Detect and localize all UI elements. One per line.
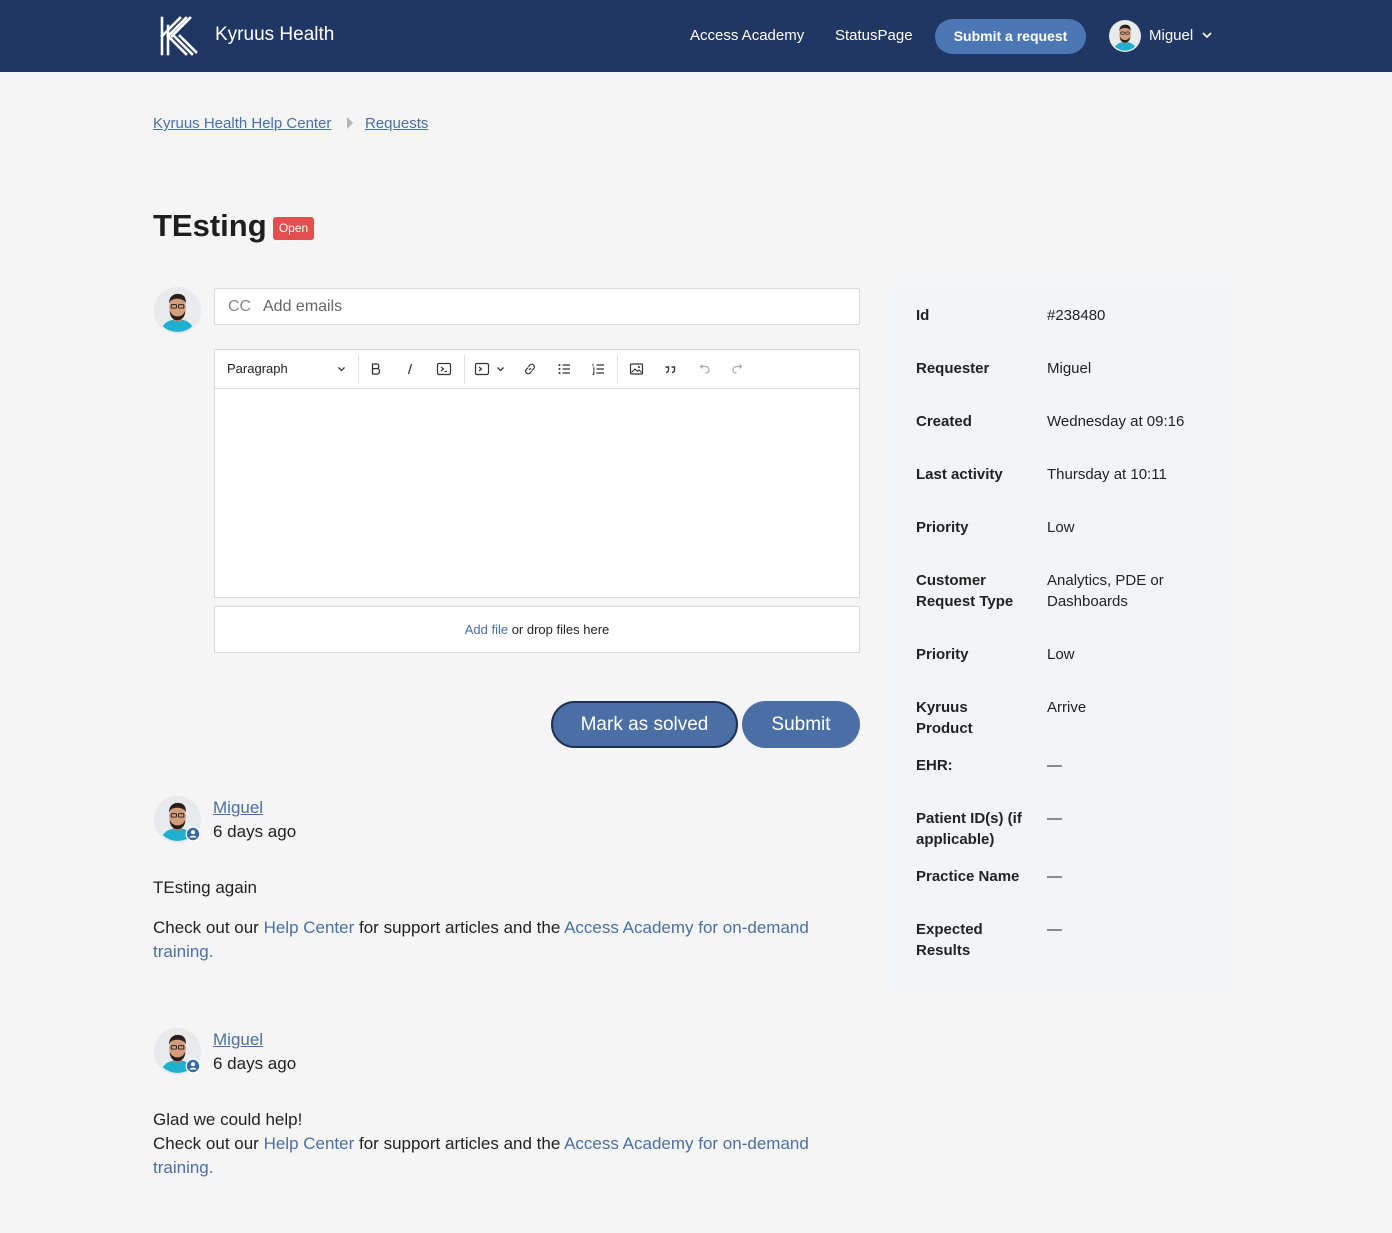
detail-value-last-activity: Thursday at 10:11 — [1047, 466, 1167, 483]
detail-key-ehr: EHR: — [916, 757, 953, 774]
file-dropzone[interactable]: Add file or drop files here — [214, 606, 860, 653]
cc-email-input[interactable] — [263, 293, 843, 321]
detail-value-id: #238480 — [1047, 307, 1106, 324]
detail-key-id: Id — [916, 307, 930, 324]
detail-key-customer-request-type: Customer Request Type — [916, 572, 1014, 610]
help-text-prefix: Check out our — [153, 1134, 264, 1153]
kyruus-logo-icon[interactable] — [158, 15, 198, 57]
detail-value-priority-2: Low — [1047, 646, 1075, 663]
toolbar-divider — [464, 355, 465, 384]
help-center-link[interactable]: Help Center — [264, 918, 355, 937]
detail-value-expected-results: — — [1047, 921, 1062, 938]
toolbar-divider — [358, 355, 359, 384]
toolbar-divider — [617, 355, 618, 384]
help-text-middle: for support articles and the — [354, 1134, 565, 1153]
mark-as-solved-button[interactable]: Mark as solved — [551, 701, 738, 748]
detail-key-expected-results: Expected Results — [916, 921, 983, 959]
user-badge-icon — [185, 1058, 201, 1074]
numbered-list-icon[interactable] — [588, 359, 608, 379]
detail-value-created: Wednesday at 09:16 — [1047, 413, 1185, 430]
detail-key-priority: Priority — [916, 519, 969, 536]
bulleted-list-icon[interactable] — [554, 359, 574, 379]
drop-files-text: or drop files here — [508, 622, 610, 637]
code-icon[interactable] — [434, 359, 454, 379]
detail-key-created: Created — [916, 413, 972, 430]
help-text-middle: for support articles and the — [354, 918, 565, 937]
italic-icon[interactable] — [400, 359, 420, 379]
comment-editor: Paragraph — [214, 349, 860, 598]
link-icon[interactable] — [520, 359, 540, 379]
cc-field[interactable]: CC — [214, 288, 860, 325]
paragraph-select[interactable]: Paragraph — [227, 361, 288, 376]
user-badge-icon — [185, 826, 201, 842]
image-icon[interactable] — [626, 359, 646, 379]
detail-value-practice-name: — — [1047, 868, 1062, 885]
chevron-down-icon[interactable] — [495, 359, 505, 379]
detail-key-priority-2: Priority — [916, 646, 969, 663]
editor-toolbar: Paragraph — [215, 350, 859, 389]
breadcrumb-help-center[interactable]: Kyruus Health Help Center — [153, 115, 331, 132]
nav-access-academy[interactable]: Access Academy — [690, 27, 804, 44]
comment-body-line: TEsting again — [153, 878, 257, 897]
detail-key-requester: Requester — [916, 360, 990, 377]
comment-time: 6 days ago — [213, 822, 297, 841]
nav-statuspage[interactable]: StatusPage — [835, 27, 913, 44]
breadcrumb-separator-icon — [347, 117, 353, 129]
detail-value-requester: Miguel — [1047, 360, 1092, 377]
comment-body-line: Glad we could help! — [153, 1110, 303, 1129]
comment-help-text: Check out our Help Center for support ar… — [153, 1132, 833, 1180]
add-file-link[interactable]: Add file — [465, 622, 508, 637]
detail-value-patient-ids: — — [1047, 810, 1062, 827]
user-avatar[interactable] — [1109, 20, 1141, 52]
composer-avatar — [154, 287, 201, 334]
cc-label: CC — [228, 298, 252, 315]
detail-key-patient-ids: Patient ID(s) (if applicable) — [916, 810, 1022, 848]
detail-value-ehr: — — [1047, 757, 1062, 774]
undo-icon[interactable] — [694, 359, 714, 379]
top-navigation-bar: Kyruus Health Access Academy StatusPage … — [0, 0, 1392, 72]
user-menu-name[interactable]: Miguel — [1149, 27, 1193, 44]
detail-key-practice-name: Practice Name — [916, 868, 1020, 885]
comment-author[interactable]: Miguel — [213, 1030, 263, 1050]
detail-key-kyruus-product: Kyruus Product — [916, 699, 973, 737]
redo-icon[interactable] — [728, 359, 748, 379]
comment-help-text: Check out our Help Center for support ar… — [153, 916, 833, 964]
code-block-icon[interactable] — [472, 359, 492, 379]
page-title: TEsting — [153, 208, 267, 243]
submit-button[interactable]: Submit — [742, 701, 860, 748]
detail-key-last-activity: Last activity — [916, 466, 1003, 483]
editor-text-area[interactable] — [215, 390, 859, 597]
bold-icon[interactable] — [366, 359, 386, 379]
submit-request-button[interactable]: Submit a request — [935, 19, 1086, 54]
brand-name[interactable]: Kyruus Health — [215, 24, 334, 46]
help-center-link[interactable]: Help Center — [264, 1134, 355, 1153]
breadcrumb-requests[interactable]: Requests — [365, 115, 428, 132]
detail-value-customer-request-type: Analytics, PDE or Dashboards — [1047, 572, 1164, 610]
blockquote-icon[interactable] — [660, 359, 680, 379]
help-text-prefix: Check out our — [153, 918, 264, 937]
status-badge: Open — [273, 217, 314, 240]
chevron-down-icon[interactable] — [1201, 27, 1213, 43]
detail-value-kyruus-product: Arrive — [1047, 699, 1087, 716]
comment-author[interactable]: Miguel — [213, 798, 263, 818]
detail-value-priority: Low — [1047, 519, 1075, 536]
comment-time: 6 days ago — [213, 1054, 297, 1073]
chevron-down-icon[interactable] — [337, 364, 346, 374]
